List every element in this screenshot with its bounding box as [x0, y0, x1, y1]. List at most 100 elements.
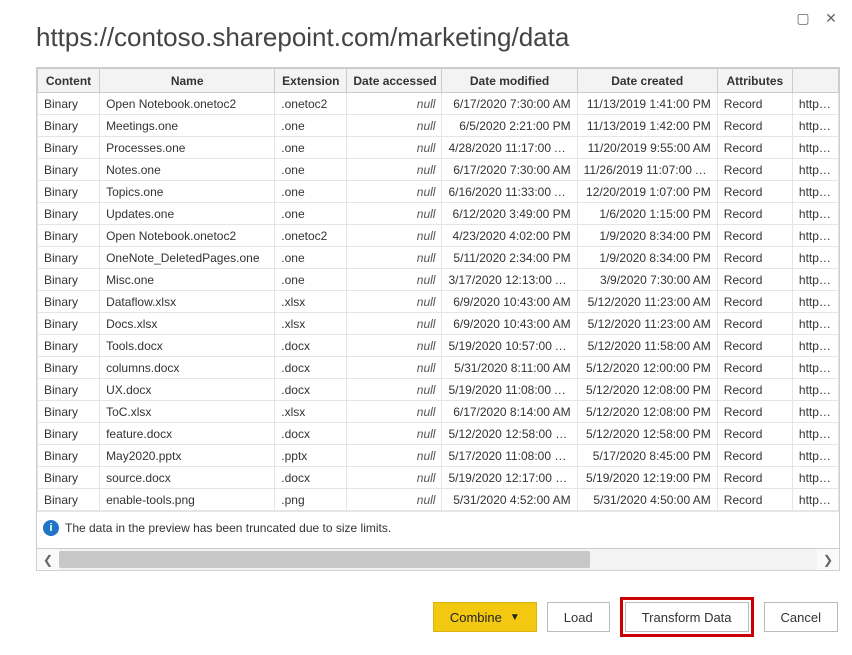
cell-url: https:// — [792, 93, 838, 115]
cell-extension: .docx — [275, 357, 347, 379]
cell-attributes: Record — [717, 247, 792, 269]
table-row[interactable]: BinaryMisc.one.onenull3/17/2020 12:13:00… — [38, 269, 839, 291]
table-row[interactable]: BinaryOneNote_DeletedPages.one.onenull5/… — [38, 247, 839, 269]
cell-date-accessed: null — [347, 291, 442, 313]
col-header-content[interactable]: Content — [38, 69, 100, 93]
cell-extension: .docx — [275, 423, 347, 445]
scroll-left-icon[interactable]: ❮ — [37, 549, 59, 570]
cell-date-accessed: null — [347, 445, 442, 467]
col-header-date-accessed[interactable]: Date accessed — [347, 69, 442, 93]
cell-extension: .pptx — [275, 445, 347, 467]
table-row[interactable]: BinaryMeetings.one.onenull6/5/2020 2:21:… — [38, 115, 839, 137]
col-header-attributes[interactable]: Attributes — [717, 69, 792, 93]
cell-name: columns.docx — [100, 357, 275, 379]
table-row[interactable]: BinaryMay2020.pptx.pptxnull5/17/2020 11:… — [38, 445, 839, 467]
table-row[interactable]: Binaryenable-tools.png.pngnull5/31/2020 … — [38, 489, 839, 511]
table-row[interactable]: BinaryToC.xlsx.xlsxnull6/17/2020 8:14:00… — [38, 401, 839, 423]
cell-date-accessed: null — [347, 401, 442, 423]
table-row[interactable]: BinaryUpdates.one.onenull6/12/2020 3:49:… — [38, 203, 839, 225]
col-header-name[interactable]: Name — [100, 69, 275, 93]
cell-date-created: 12/20/2019 1:07:00 PM — [577, 181, 717, 203]
maximize-icon[interactable]: ▢ — [796, 11, 810, 25]
cell-content: Binary — [38, 115, 100, 137]
cell-content: Binary — [38, 137, 100, 159]
cell-extension: .docx — [275, 335, 347, 357]
cell-extension: .onetoc2 — [275, 225, 347, 247]
cell-extension: .one — [275, 247, 347, 269]
cell-date-accessed: null — [347, 489, 442, 511]
transform-data-highlight: Transform Data — [620, 597, 754, 637]
col-header-date-created[interactable]: Date created — [577, 69, 717, 93]
table-row[interactable]: BinaryDocs.xlsx.xlsxnull6/9/2020 10:43:0… — [38, 313, 839, 335]
cell-date-created: 5/17/2020 8:45:00 PM — [577, 445, 717, 467]
cell-date-modified: 3/17/2020 12:13:00 AM — [442, 269, 577, 291]
cell-date-modified: 6/17/2020 8:14:00 AM — [442, 401, 577, 423]
table-row[interactable]: Binarycolumns.docx.docxnull5/31/2020 8:1… — [38, 357, 839, 379]
table-row[interactable]: BinaryProcesses.one.onenull4/28/2020 11:… — [38, 137, 839, 159]
close-icon[interactable]: ✕ — [824, 11, 838, 25]
cell-content: Binary — [38, 313, 100, 335]
cell-content: Binary — [38, 225, 100, 247]
horizontal-scrollbar[interactable]: ❮ ❯ — [36, 549, 840, 571]
scroll-right-icon[interactable]: ❯ — [817, 549, 839, 570]
table-row[interactable]: BinaryOpen Notebook.onetoc2.onetoc2null4… — [38, 225, 839, 247]
cell-attributes: Record — [717, 203, 792, 225]
cell-content: Binary — [38, 357, 100, 379]
combine-button[interactable]: Combine ▼ — [433, 602, 537, 632]
col-header-overflow[interactable] — [792, 69, 838, 93]
cell-extension: .xlsx — [275, 401, 347, 423]
cell-name: ToC.xlsx — [100, 401, 275, 423]
col-header-extension[interactable]: Extension — [275, 69, 347, 93]
cell-url: https:// — [792, 181, 838, 203]
cell-date-accessed: null — [347, 115, 442, 137]
cell-date-accessed: null — [347, 379, 442, 401]
cell-content: Binary — [38, 423, 100, 445]
cell-date-accessed: null — [347, 93, 442, 115]
cell-content: Binary — [38, 181, 100, 203]
transform-data-button[interactable]: Transform Data — [625, 602, 749, 632]
cell-url: https:// — [792, 489, 838, 511]
table-row[interactable]: BinaryNotes.one.onenull6/17/2020 7:30:00… — [38, 159, 839, 181]
table-row[interactable]: BinaryDataflow.xlsx.xlsxnull6/9/2020 10:… — [38, 291, 839, 313]
cell-name: Dataflow.xlsx — [100, 291, 275, 313]
combine-label: Combine — [450, 610, 502, 625]
cell-date-created: 11/26/2019 11:07:00 AM — [577, 159, 717, 181]
scroll-thumb[interactable] — [59, 551, 590, 568]
cell-date-modified: 4/23/2020 4:02:00 PM — [442, 225, 577, 247]
cell-date-created: 1/9/2020 8:34:00 PM — [577, 225, 717, 247]
cell-attributes: Record — [717, 313, 792, 335]
col-header-date-modified[interactable]: Date modified — [442, 69, 577, 93]
cell-date-accessed: null — [347, 423, 442, 445]
table-row[interactable]: BinaryTools.docx.docxnull5/19/2020 10:57… — [38, 335, 839, 357]
cell-date-created: 5/12/2020 12:00:00 PM — [577, 357, 717, 379]
load-button[interactable]: Load — [547, 602, 610, 632]
table-row[interactable]: BinaryOpen Notebook.onetoc2.onetoc2null6… — [38, 93, 839, 115]
cell-content: Binary — [38, 159, 100, 181]
cell-extension: .one — [275, 159, 347, 181]
cell-date-accessed: null — [347, 269, 442, 291]
truncation-notice: i The data in the preview has been trunc… — [37, 511, 839, 548]
cell-extension: .xlsx — [275, 291, 347, 313]
cell-date-accessed: null — [347, 137, 442, 159]
data-preview-table: Content Name Extension Date accessed Dat… — [36, 67, 840, 549]
cell-name: Processes.one — [100, 137, 275, 159]
cell-attributes: Record — [717, 379, 792, 401]
table-row[interactable]: BinaryUX.docx.docxnull5/19/2020 11:08:00… — [38, 379, 839, 401]
cell-date-modified: 5/19/2020 12:17:00 PM — [442, 467, 577, 489]
table-row[interactable]: Binaryfeature.docx.docxnull5/12/2020 12:… — [38, 423, 839, 445]
table-row[interactable]: Binarysource.docx.docxnull5/19/2020 12:1… — [38, 467, 839, 489]
table-row[interactable]: BinaryTopics.one.onenull6/16/2020 11:33:… — [38, 181, 839, 203]
cell-name: Notes.one — [100, 159, 275, 181]
cell-date-modified: 6/9/2020 10:43:00 AM — [442, 291, 577, 313]
cell-attributes: Record — [717, 401, 792, 423]
cell-date-accessed: null — [347, 467, 442, 489]
scroll-track[interactable] — [59, 549, 817, 570]
cell-content: Binary — [38, 379, 100, 401]
cell-date-modified: 4/28/2020 11:17:00 AM — [442, 137, 577, 159]
cell-content: Binary — [38, 445, 100, 467]
cell-url: https:// — [792, 203, 838, 225]
cell-name: enable-tools.png — [100, 489, 275, 511]
page-title: https://contoso.sharepoint.com/marketing… — [0, 0, 852, 67]
cancel-button[interactable]: Cancel — [764, 602, 838, 632]
cell-attributes: Record — [717, 357, 792, 379]
